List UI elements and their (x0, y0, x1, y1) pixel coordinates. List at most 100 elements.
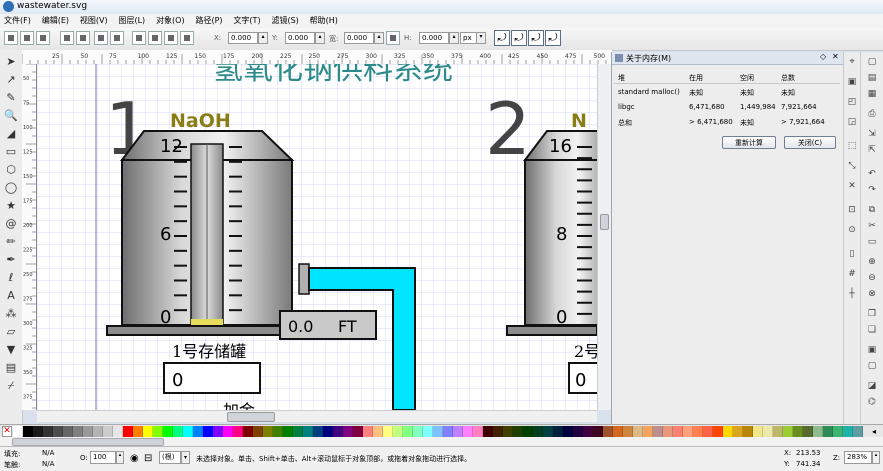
open-icon[interactable]: ▤ (866, 72, 878, 84)
dropper-tool-icon[interactable]: ⌿ (3, 378, 19, 394)
layer-lock-icon[interactable]: ⊟ (144, 453, 152, 464)
lower-bottom-icon[interactable] (132, 31, 146, 45)
color-swatch[interactable] (673, 426, 683, 437)
color-swatch[interactable] (273, 426, 283, 437)
color-swatch[interactable] (123, 426, 133, 437)
vertical-scrollbar[interactable] (597, 64, 611, 410)
color-swatch[interactable] (593, 426, 603, 437)
menu-view[interactable]: 视图(V) (76, 14, 112, 27)
color-swatch[interactable] (133, 426, 143, 437)
select-all-icon[interactable] (4, 31, 18, 45)
paste-icon[interactable]: ▭ (866, 236, 878, 248)
color-swatch[interactable] (553, 426, 563, 437)
width-field[interactable]: 0.000 (344, 32, 374, 44)
color-swatch[interactable] (683, 426, 693, 437)
x-field[interactable]: 0.000 (228, 32, 258, 44)
color-swatch[interactable] (513, 426, 523, 437)
save-icon[interactable]: ▦ (866, 88, 878, 100)
rectangle-tool-icon[interactable]: ▭ (3, 144, 19, 160)
color-swatch[interactable] (253, 426, 263, 437)
group-icon[interactable]: ▣ (866, 344, 878, 356)
zoom-tool-icon[interactable]: 🔍 (3, 108, 19, 124)
color-swatch[interactable] (853, 426, 863, 437)
color-swatch[interactable] (823, 426, 833, 437)
color-swatch[interactable] (193, 426, 203, 437)
color-swatch[interactable] (843, 426, 853, 437)
horizontal-scrollbar[interactable] (37, 410, 597, 422)
color-swatch[interactable] (373, 426, 383, 437)
copy-icon[interactable]: ⧉ (866, 204, 878, 216)
snap-bbox-icon[interactable]: ▣ (846, 76, 858, 88)
pencil-tool-icon[interactable]: ✏ (3, 234, 19, 250)
snap-page-icon[interactable]: ▯ (846, 248, 858, 260)
color-swatch[interactable] (653, 426, 663, 437)
color-swatch[interactable] (413, 426, 423, 437)
color-swatch[interactable] (753, 426, 763, 437)
x-spin[interactable]: ▴ (258, 32, 268, 44)
horizontal-scroll-thumb[interactable] (227, 412, 275, 422)
menu-text[interactable]: 文字(T) (229, 14, 264, 27)
spiral-tool-icon[interactable]: @ (3, 216, 19, 232)
close-button[interactable]: 关闭(C) (784, 136, 836, 149)
deselect-icon[interactable] (36, 31, 50, 45)
color-swatch[interactable] (403, 426, 413, 437)
color-swatch[interactable] (483, 426, 493, 437)
gradient-tool-icon[interactable]: ▤ (3, 360, 19, 376)
color-swatch[interactable] (473, 426, 483, 437)
color-swatch[interactable] (633, 426, 643, 437)
color-swatch[interactable] (353, 426, 363, 437)
color-swatch[interactable] (163, 426, 173, 437)
color-swatch[interactable] (233, 426, 243, 437)
width-spin[interactable]: ▴ (374, 32, 384, 44)
snap-nodes-icon[interactable]: ⬚ (846, 140, 858, 152)
zoom-page-icon[interactable]: ⊗ (866, 288, 878, 300)
color-swatch[interactable] (493, 426, 503, 437)
snap-grid-icon[interactable]: # (846, 268, 858, 280)
zoom-drawing-icon[interactable]: ⊖ (866, 272, 878, 284)
eraser-tool-icon[interactable]: ▱ (3, 324, 19, 340)
color-swatch[interactable] (573, 426, 583, 437)
color-swatch[interactable] (693, 426, 703, 437)
color-swatch[interactable] (313, 426, 323, 437)
color-swatch[interactable] (783, 426, 793, 437)
y-spin[interactable]: ▴ (315, 32, 325, 44)
color-swatch[interactable] (733, 426, 743, 437)
node-tool-icon[interactable]: ↗ (3, 72, 19, 88)
color-swatch[interactable] (183, 426, 193, 437)
color-swatch[interactable] (463, 426, 473, 437)
color-swatch[interactable] (333, 426, 343, 437)
palette-scroll-thumb[interactable] (12, 438, 164, 446)
menu-file[interactable]: 文件(F) (0, 14, 35, 27)
color-swatch[interactable] (773, 426, 783, 437)
color-swatch[interactable] (323, 426, 333, 437)
spray-tool-icon[interactable]: ⁂ (3, 306, 19, 322)
raise-top-icon[interactable] (180, 31, 194, 45)
color-swatch[interactable] (23, 426, 33, 437)
color-swatch[interactable] (173, 426, 183, 437)
color-swatch[interactable] (283, 426, 293, 437)
color-swatch[interactable] (723, 426, 733, 437)
clone-icon[interactable]: ❏ (866, 324, 878, 336)
color-swatch[interactable] (703, 426, 713, 437)
move-gradients-icon[interactable]: ⤾ (528, 30, 544, 46)
text-tool-icon[interactable]: A (3, 288, 19, 304)
calligraphy-tool-icon[interactable]: ℓ (3, 270, 19, 286)
cut-icon[interactable]: ✂ (866, 220, 878, 232)
bucket-tool-icon[interactable]: ▼ (3, 342, 19, 358)
panel-iconify-icon[interactable]: ◇ (820, 52, 826, 61)
xml-editor-icon[interactable]: ⌬ (866, 396, 878, 408)
color-swatch[interactable] (603, 426, 613, 437)
color-swatch[interactable] (213, 426, 223, 437)
print-icon[interactable]: ⎙ (866, 108, 878, 120)
color-swatch[interactable] (583, 426, 593, 437)
color-swatch[interactable] (563, 426, 573, 437)
layer-dropdown-icon[interactable]: ▾ (181, 451, 190, 464)
color-swatch[interactable] (623, 426, 633, 437)
3d-box-tool-icon[interactable]: ⬡ (3, 162, 19, 178)
snap-center-icon[interactable]: ⊙ (846, 224, 858, 236)
color-swatch[interactable] (833, 426, 843, 437)
snap-paths-icon[interactable]: ⤡ (846, 160, 858, 172)
height-field[interactable]: 0.000 (419, 32, 449, 44)
import-icon[interactable]: ⇲ (866, 128, 878, 140)
selector-tool-icon[interactable]: ➤ (3, 54, 19, 70)
